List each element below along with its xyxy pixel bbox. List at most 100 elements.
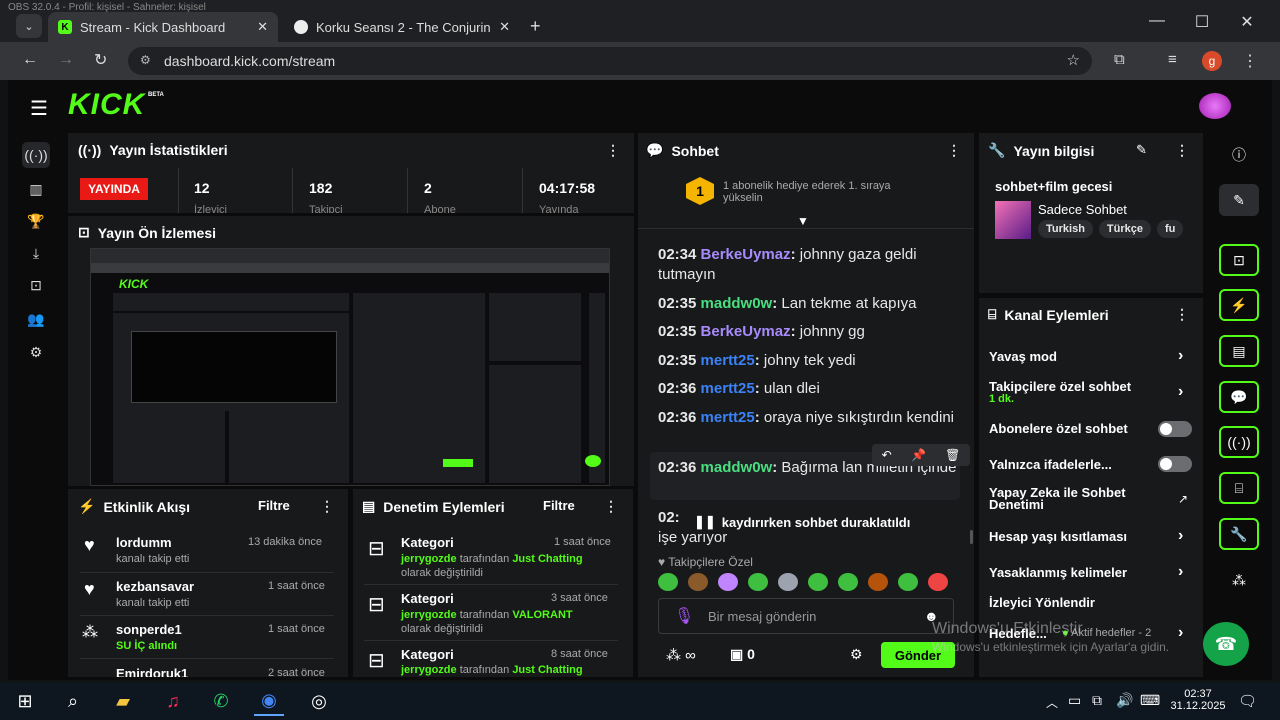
display-icon[interactable]: ⧉ [1092, 692, 1102, 709]
stream-icon[interactable]: ((·)) [22, 142, 50, 168]
bookmark-star-icon[interactable]: ☆ [1067, 51, 1080, 69]
emote-icon[interactable] [748, 573, 768, 591]
activity-user[interactable]: lordumm [116, 535, 172, 550]
action-ai-moderation[interactable]: Yapay Zeka ile Sohbet Denetimi [989, 486, 1149, 511]
language-icon[interactable]: ⌨ [1140, 692, 1160, 709]
edit-icon[interactable]: ✎ [1219, 184, 1259, 216]
forward-icon[interactable]: → [58, 51, 74, 69]
obs-icon[interactable]: ◎ [304, 686, 334, 716]
chat-menu-icon[interactable]: ⋮ [947, 142, 961, 159]
activity-user[interactable]: kezbansavar [116, 579, 194, 594]
tab-conjuring[interactable]: Korku Seansı 2 - The Conjuring ✕ [284, 12, 520, 42]
close-icon[interactable]: ✕ [499, 19, 510, 35]
chevron-right-icon[interactable]: › [1178, 527, 1183, 545]
points-infinity-icon[interactable]: ⁂ ∞ [666, 646, 696, 664]
close-icon[interactable]: ✕ [257, 19, 268, 35]
chevron-right-icon[interactable]: › [1178, 383, 1183, 401]
moderation-menu-icon[interactable]: ⋮ [604, 498, 618, 515]
action-subs-only[interactable]: Abonelere özel sohbet [989, 421, 1128, 436]
hamburger-menu-icon[interactable]: ☰ [30, 96, 48, 121]
stream-info-menu-icon[interactable]: ⋮ [1175, 142, 1189, 159]
emote-icon[interactable] [718, 573, 738, 591]
chat-toggle-icon[interactable]: 💬 [1219, 381, 1259, 413]
emote-icon[interactable] [688, 573, 708, 591]
network-icon[interactable]: ▭ [1068, 692, 1081, 709]
points-toggle-icon[interactable]: ⁂ [1219, 564, 1259, 596]
chrome-icon[interactable]: ◉ [254, 686, 284, 716]
kick-logo[interactable]: KICK [68, 88, 145, 122]
emote-icon[interactable] [658, 573, 678, 591]
lightning-toggle-icon[interactable]: ⚡ [1219, 289, 1259, 321]
action-followers-only[interactable]: Takipçilere özel sohbet [989, 379, 1131, 394]
site-info-icon[interactable]: ⚙ [140, 53, 151, 67]
tag[interactable]: Turkish [1038, 220, 1093, 238]
vault-points[interactable]: ▣ 0 [730, 646, 755, 663]
emote-icon[interactable] [808, 573, 828, 591]
action-banned-words[interactable]: Yasaklanmış kelimeler [989, 565, 1127, 580]
info-icon[interactable]: ⓘ [1219, 139, 1259, 171]
tag[interactable]: Türkçe [1098, 220, 1151, 238]
download-icon[interactable]: ⤓ [22, 240, 50, 266]
windows-start-icon[interactable]: ⊞ [10, 686, 40, 716]
reply-icon[interactable]: ↶ [882, 448, 892, 462]
tab-search-button[interactable]: ⌄ [16, 14, 42, 38]
activity-menu-icon[interactable]: ⋮ [320, 498, 334, 515]
microphone-icon[interactable]: 🎙 [674, 606, 694, 626]
action-raid[interactable]: İzleyici Yönlendir [989, 595, 1095, 610]
emote-icon[interactable] [778, 573, 798, 591]
close-window-icon[interactable]: ✕ [1232, 12, 1262, 32]
address-bar[interactable]: ⚙ dashboard.kick.com/stream ☆ [128, 47, 1092, 75]
profile-avatar[interactable]: g [1202, 51, 1222, 71]
pin-icon[interactable]: 📌 [911, 448, 926, 462]
wrench-toggle-icon[interactable]: 🔧 [1219, 518, 1259, 550]
tab-kick-dashboard[interactable]: K Stream - Kick Dashboard ✕ [48, 12, 278, 42]
whatsapp-icon[interactable]: ✆ [206, 686, 236, 716]
chat-input[interactable]: Bir mesaj gönderin [708, 609, 816, 624]
music-app-icon[interactable]: ♫ [158, 686, 188, 716]
analytics-icon[interactable]: ▥ [22, 176, 50, 202]
browser-menu-icon[interactable]: ⋮ [1242, 51, 1258, 71]
chat-settings-icon[interactable]: ⚙ [850, 646, 863, 663]
emotes-only-toggle[interactable] [1158, 456, 1192, 472]
collapse-chevron-icon[interactable]: ▼ [797, 214, 809, 228]
chevron-right-icon[interactable]: › [1178, 563, 1183, 581]
external-link-icon[interactable]: ↗ [1178, 492, 1188, 506]
emote-icon[interactable] [928, 573, 948, 591]
users-icon[interactable]: 👥 [22, 306, 50, 332]
subs-only-toggle[interactable] [1158, 421, 1192, 437]
notification-icon[interactable]: 🗨 [1238, 692, 1257, 710]
action-emotes-only[interactable]: Yalnızca ifadelerle... [989, 457, 1112, 472]
support-chat-icon[interactable]: ☎ [1203, 622, 1249, 666]
chat-paused-banner[interactable]: ❚❚ kaydırırken sohbet duraklatıldı [684, 512, 934, 532]
tag[interactable]: fu [1157, 220, 1184, 238]
activity-user[interactable]: sonperde1 [116, 622, 182, 637]
trophy-icon[interactable]: 🏆 [22, 208, 50, 234]
reload-icon[interactable]: ↻ [94, 50, 107, 70]
document-toggle-icon[interactable]: ▤ [1219, 335, 1259, 367]
emote-icon[interactable] [898, 573, 918, 591]
search-icon[interactable]: ⌕ [58, 686, 88, 716]
emote-icon[interactable] [868, 573, 888, 591]
preview-toggle-icon[interactable]: ⊡ [1219, 244, 1259, 276]
minimize-icon[interactable]: — [1142, 12, 1172, 30]
action-account-age[interactable]: Hesap yaşı kısıtlaması [989, 529, 1127, 544]
chat-scrollbar[interactable] [970, 530, 973, 544]
delete-icon[interactable]: 🗑 [945, 448, 960, 462]
activity-filter-button[interactable]: Filtre [258, 498, 290, 513]
new-tab-icon[interactable]: + [530, 16, 541, 37]
media-icon[interactable]: ≡ [1168, 51, 1177, 68]
actions-toggle-icon[interactable]: ⌸ [1219, 472, 1259, 504]
broadcast-toggle-icon[interactable]: ((·)) [1219, 426, 1259, 458]
preview-icon[interactable]: ⊡ [22, 272, 50, 298]
user-avatar[interactable] [1199, 93, 1231, 119]
volume-icon[interactable]: 🔊 [1116, 692, 1133, 709]
action-slow-mode[interactable]: Yavaş mod [989, 349, 1057, 364]
edit-pencil-icon[interactable]: ✎ [1136, 142, 1147, 158]
back-icon[interactable]: ← [22, 51, 38, 69]
channel-actions-menu-icon[interactable]: ⋮ [1175, 306, 1189, 323]
maximize-icon[interactable]: ☐ [1187, 12, 1217, 32]
emote-icon[interactable] [838, 573, 858, 591]
chevron-right-icon[interactable]: › [1178, 347, 1183, 365]
clock[interactable]: 02:37 31.12.2025 [1168, 688, 1228, 712]
activity-user[interactable]: Emirdoruk1 [116, 666, 188, 677]
